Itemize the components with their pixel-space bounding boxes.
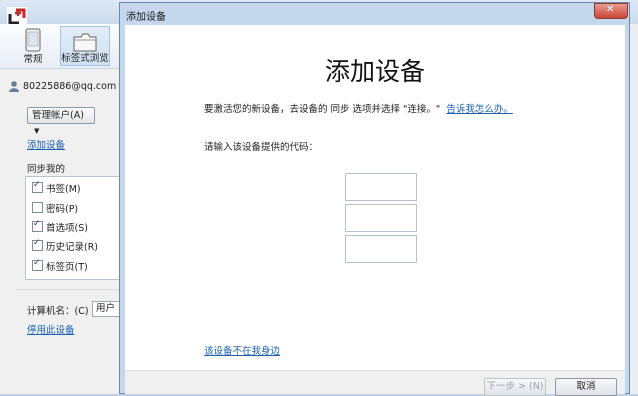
user-icon — [9, 81, 19, 92]
dialog-footer: 下一步 > (N) 取消 — [125, 370, 625, 396]
manage-account-label: 管理帐户(A) — [32, 110, 84, 121]
checkbox-history-label: 历史记录(R) — [46, 242, 99, 253]
next-button[interactable]: 下一步 > (N) — [484, 378, 546, 396]
computer-name-input[interactable]: 用户 — [92, 301, 120, 317]
help-link[interactable]: 告诉我怎么办。 — [446, 104, 513, 115]
checkbox-passwords-label: 密码(P) — [46, 204, 79, 215]
options-toolbar: 常规 标签式浏览 — [0, 24, 120, 69]
code-field-1[interactable] — [345, 173, 417, 201]
cancel-button[interactable]: 取消 — [555, 378, 617, 396]
sync-heading: 同步我的 — [27, 164, 66, 175]
dropdown-arrow-icon: ▼ — [34, 127, 40, 135]
toolbar-tabs-button[interactable]: 标签式浏览 — [60, 26, 110, 66]
toolbar-tabs-label: 标签式浏览 — [61, 53, 109, 64]
code-field-2[interactable] — [345, 204, 417, 232]
add-device-link[interactable]: 添加设备 — [27, 137, 65, 151]
toolbar-general-button[interactable]: 常规 — [8, 26, 58, 66]
computer-name-label: 计算机名：(C) — [27, 306, 89, 317]
instructions-text: 要激活您的新设备，去设备的 同步 选项并选择 "连接。" — [204, 104, 441, 115]
checkbox-preferences[interactable] — [32, 219, 43, 232]
checkbox-preferences-label: 首选项(S) — [46, 223, 88, 234]
checkbox-history[interactable] — [32, 238, 43, 251]
checkbox-bookmarks-label: 书签(M) — [46, 184, 81, 195]
toolbar-general-label: 常规 — [23, 54, 43, 65]
checkbox-passwords[interactable] — [32, 202, 43, 213]
sync-items-group: 书签(M) 密码(P) 首选项(S) 历史记录(R) 标签页(T) — [25, 176, 121, 280]
instructions-line: 要激活您的新设备，去设备的 同步 选项并选择 "连接。" 告诉我怎么办。 — [204, 101, 513, 115]
manage-account-button[interactable]: 管理帐户(A) ▼ — [27, 107, 95, 135]
checkbox-bookmarks[interactable] — [32, 180, 43, 193]
options-left-panel: 80225886@qq.com 管理帐户(A) ▼ 添加设备 同步我的 书签(M… — [0, 68, 121, 394]
dialog-body: 添加设备 要激活您的新设备，去设备的 同步 选项并选择 "连接。" 告诉我怎么办… — [125, 25, 625, 396]
options-divider — [16, 289, 120, 290]
dialog-close-button[interactable] — [594, 3, 628, 19]
add-device-dialog: 添加设备 添加设备 要激活您的新设备，去设备的 同步 选项并选择 "连接。" 告… — [119, 2, 630, 396]
device-not-here-link[interactable]: 该设备不在我身边 — [204, 343, 280, 357]
code-field-3[interactable] — [345, 235, 417, 263]
disable-device-link[interactable]: 停用此设备 — [27, 322, 75, 336]
checkbox-tabs-label: 标签页(T) — [46, 262, 88, 273]
dialog-heading: 添加设备 — [324, 57, 425, 86]
options-window-edge — [630, 24, 638, 394]
code-prompt: 请输入该设备提供的代码： — [204, 142, 319, 153]
dialog-title: 添加设备 — [126, 12, 166, 23]
phone-icon — [25, 28, 41, 52]
account-email: 80225886@qq.com — [23, 81, 117, 92]
checkbox-tabs[interactable] — [32, 258, 43, 271]
